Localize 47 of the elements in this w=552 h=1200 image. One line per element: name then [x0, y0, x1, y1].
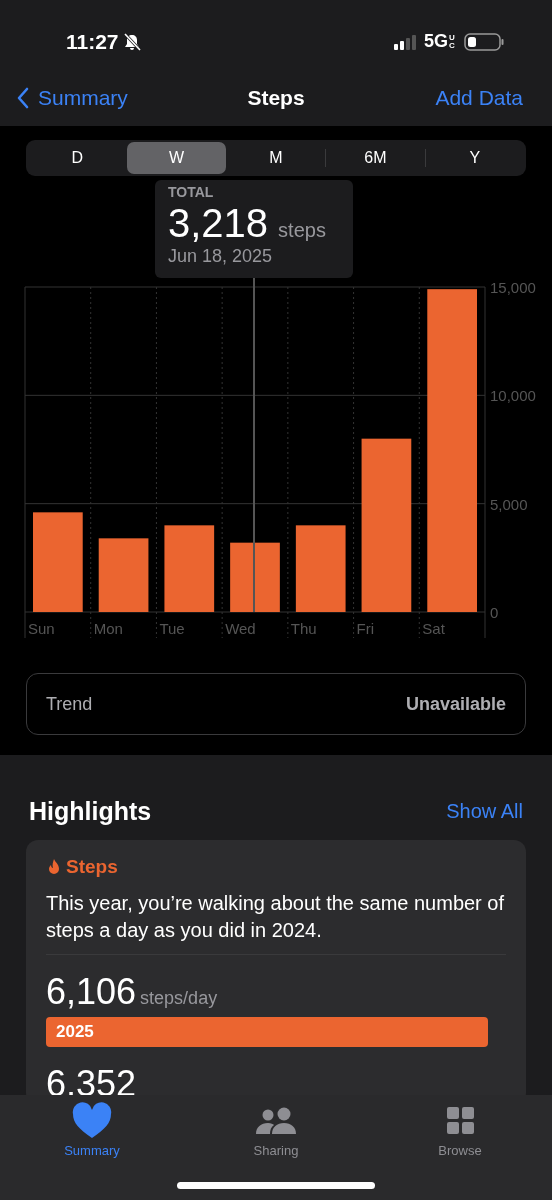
axis-label: Fri [356, 620, 375, 637]
tooltip-unit: steps [278, 219, 326, 242]
add-data-button[interactable]: Add Data [435, 85, 523, 110]
bell-muted-icon [122, 32, 142, 51]
range-tab[interactable]: 6M [326, 142, 425, 174]
show-all-link[interactable]: Show All [446, 800, 523, 823]
highlight-text: This year, you’re walking about the same number of steps a day as you did in 2024. [46, 890, 506, 955]
section-title: Highlights [29, 797, 152, 826]
axis-label: Sat [422, 620, 445, 637]
axis-label: 15,000 [490, 279, 536, 296]
tab-bar-item[interactable]: Sharing [184, 1101, 368, 1161]
axis-label: Thu [290, 620, 317, 637]
grid-icon [446, 1106, 474, 1134]
people-icon [255, 1106, 297, 1134]
axis-label: Sun [28, 620, 55, 637]
average-unit: steps/day [140, 988, 218, 1009]
clock-time: 11:27 [66, 29, 119, 54]
card-category: Steps [66, 856, 118, 878]
back-button[interactable]: Summary [16, 85, 128, 110]
tooltip-date: Jun 18, 2025 [168, 246, 274, 267]
tab-bar-item[interactable]: Browse [368, 1101, 552, 1161]
trend-label: Trend [46, 693, 93, 715]
heart-icon [71, 1101, 113, 1139]
page-title: Steps [247, 86, 305, 110]
axis-label: Tue [159, 620, 185, 637]
trend-value: Unavailable [405, 693, 506, 715]
chart-bar [230, 542, 280, 612]
comparison-bar: 2025 [46, 1017, 488, 1047]
range-tab[interactable]: Y [425, 142, 525, 174]
range-tab[interactable]: D [28, 142, 127, 174]
tooltip-label: TOTAL [168, 184, 215, 200]
range-tab[interactable]: W [127, 142, 226, 174]
network-suffix: UC [449, 33, 456, 50]
axis-label: Mon [93, 620, 123, 637]
axis-label: Wed [225, 620, 256, 637]
axis-label: 0 [490, 604, 499, 621]
range-tab[interactable]: M [226, 142, 326, 174]
axis-label: 10,000 [490, 387, 536, 405]
flame-icon [46, 858, 62, 876]
network-type: 5G [424, 31, 448, 52]
average-value: 6,106 [46, 971, 137, 1013]
signal-icon [394, 33, 416, 50]
axis-label: 5,000 [490, 495, 528, 513]
tooltip-value: 3,218 [168, 202, 269, 244]
tab-bar-item[interactable]: Summary [0, 1101, 184, 1161]
chevron-left-icon [16, 86, 30, 109]
battery-icon [464, 32, 504, 51]
